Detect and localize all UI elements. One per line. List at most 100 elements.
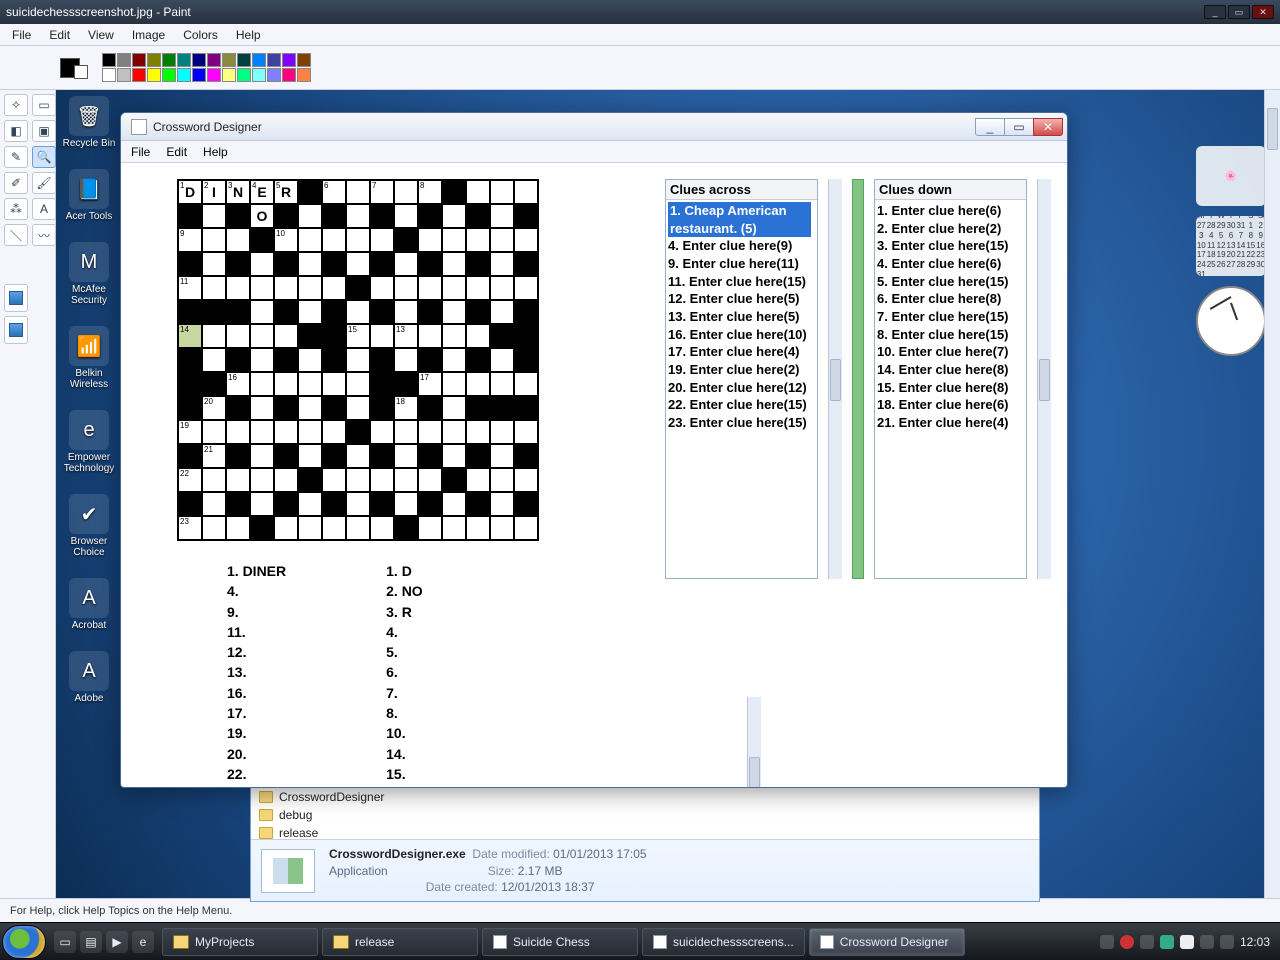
- grid-cell[interactable]: [514, 444, 538, 468]
- grid-cell[interactable]: [202, 372, 226, 396]
- grid-cell[interactable]: [178, 444, 202, 468]
- grid-cell[interactable]: [346, 204, 370, 228]
- grid-cell[interactable]: [442, 396, 466, 420]
- color-swatch[interactable]: [147, 68, 161, 82]
- paint-minimize-button[interactable]: _: [1204, 5, 1226, 19]
- clue-across-item[interactable]: 11. Enter clue here(15): [668, 273, 811, 291]
- clue-down-item[interactable]: 2. Enter clue here(2): [877, 220, 1020, 238]
- taskbar-button[interactable]: suicidechessscreens...: [642, 928, 805, 956]
- clues-across-panel[interactable]: Clues across 1. Cheap American restauran…: [665, 179, 818, 579]
- tray-alert-icon[interactable]: [1120, 935, 1134, 949]
- grid-cell[interactable]: [274, 396, 298, 420]
- grid-cell[interactable]: [322, 324, 346, 348]
- color-swatch[interactable]: [177, 53, 191, 67]
- grid-cell[interactable]: [418, 324, 442, 348]
- grid-cell[interactable]: [250, 252, 274, 276]
- grid-cell[interactable]: [490, 276, 514, 300]
- grid-cell[interactable]: [442, 420, 466, 444]
- color-swatch[interactable]: [252, 68, 266, 82]
- grid-cell[interactable]: [202, 252, 226, 276]
- grid-cell[interactable]: [466, 372, 490, 396]
- grid-cell[interactable]: [442, 228, 466, 252]
- grid-cell[interactable]: [394, 300, 418, 324]
- grid-cell[interactable]: [418, 516, 442, 540]
- grid-cell[interactable]: O: [250, 204, 274, 228]
- explorer-folder-0[interactable]: CrosswordDesigner: [279, 790, 384, 804]
- grid-cell[interactable]: [322, 300, 346, 324]
- grid-cell[interactable]: [202, 300, 226, 324]
- grid-cell[interactable]: 7: [370, 180, 394, 204]
- grid-cell[interactable]: [490, 348, 514, 372]
- paint-menu-edit[interactable]: Edit: [49, 28, 70, 42]
- desktop-icon[interactable]: 📶Belkin Wireless: [62, 326, 116, 390]
- grid-cell[interactable]: [322, 420, 346, 444]
- grid-cell[interactable]: [202, 468, 226, 492]
- clue-across-item[interactable]: 20. Enter clue here(12): [668, 379, 811, 397]
- grid-cell[interactable]: 1D: [178, 180, 202, 204]
- grid-cell[interactable]: [274, 372, 298, 396]
- grid-cell[interactable]: [442, 468, 466, 492]
- grid-cell[interactable]: [274, 204, 298, 228]
- tool-curve[interactable]: 〰: [32, 224, 56, 246]
- grid-cell[interactable]: [226, 468, 250, 492]
- grid-cell[interactable]: [442, 276, 466, 300]
- grid-cell[interactable]: [298, 468, 322, 492]
- grid-cell[interactable]: [442, 372, 466, 396]
- grid-cell[interactable]: [394, 180, 418, 204]
- grid-cell[interactable]: [418, 276, 442, 300]
- divider-track[interactable]: [852, 179, 864, 579]
- grid-cell[interactable]: [514, 204, 538, 228]
- grid-cell[interactable]: [226, 492, 250, 516]
- grid-cell[interactable]: [466, 468, 490, 492]
- grid-cell[interactable]: [226, 204, 250, 228]
- grid-cell[interactable]: [298, 348, 322, 372]
- grid-cell[interactable]: [394, 348, 418, 372]
- grid-cell[interactable]: [250, 420, 274, 444]
- tray-clock[interactable]: 12:03: [1240, 935, 1270, 949]
- grid-cell[interactable]: [514, 396, 538, 420]
- grid-cell[interactable]: [370, 516, 394, 540]
- grid-cell[interactable]: [466, 324, 490, 348]
- grid-cell[interactable]: [250, 348, 274, 372]
- clue-down-item[interactable]: 4. Enter clue here(6): [877, 255, 1020, 273]
- explorer-folder-2[interactable]: release: [279, 826, 318, 840]
- color-swatch[interactable]: [237, 68, 251, 82]
- color-swatch[interactable]: [162, 68, 176, 82]
- grid-cell[interactable]: [466, 228, 490, 252]
- grid-cell[interactable]: [466, 180, 490, 204]
- color-swatch[interactable]: [207, 68, 221, 82]
- paint-menu-file[interactable]: File: [12, 28, 31, 42]
- tool-brush[interactable]: 🖌: [32, 172, 56, 194]
- grid-cell[interactable]: [322, 348, 346, 372]
- grid-cell[interactable]: [226, 444, 250, 468]
- grid-cell[interactable]: 3N: [226, 180, 250, 204]
- grid-cell[interactable]: [202, 420, 226, 444]
- grid-cell[interactable]: [322, 492, 346, 516]
- paint-color-palette[interactable]: [102, 53, 311, 82]
- grid-cell[interactable]: [418, 444, 442, 468]
- widget-photo[interactable]: 🌸: [1196, 146, 1266, 206]
- grid-cell[interactable]: [250, 468, 274, 492]
- color-swatch[interactable]: [237, 53, 251, 67]
- tool-preview-2[interactable]: [4, 316, 28, 344]
- clue-across-item[interactable]: 23. Enter clue here(15): [668, 414, 811, 432]
- color-swatch[interactable]: [297, 53, 311, 67]
- color-swatch[interactable]: [192, 68, 206, 82]
- grid-cell[interactable]: 16: [226, 372, 250, 396]
- desktop-icon[interactable]: AAdobe: [62, 651, 116, 704]
- grid-cell[interactable]: [322, 516, 346, 540]
- grid-cell[interactable]: [442, 204, 466, 228]
- clues-across-scrollbar[interactable]: [828, 179, 842, 579]
- grid-cell[interactable]: 4E: [250, 180, 274, 204]
- grid-cell[interactable]: [442, 492, 466, 516]
- grid-cell[interactable]: [322, 444, 346, 468]
- grid-cell[interactable]: [274, 444, 298, 468]
- grid-cell[interactable]: [490, 204, 514, 228]
- grid-cell[interactable]: [370, 348, 394, 372]
- color-swatch[interactable]: [162, 53, 176, 67]
- grid-cell[interactable]: [298, 516, 322, 540]
- tool-preview-1[interactable]: [4, 284, 28, 312]
- grid-cell[interactable]: [418, 348, 442, 372]
- tool-picker[interactable]: ✎: [4, 146, 28, 168]
- grid-cell[interactable]: [274, 324, 298, 348]
